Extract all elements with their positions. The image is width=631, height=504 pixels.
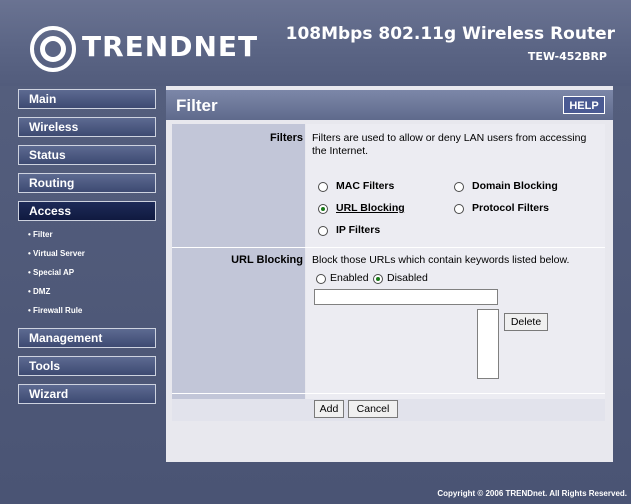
sidebar-item-status[interactable]: Status xyxy=(18,145,156,165)
submenu-item-special-ap[interactable]: Special AP xyxy=(28,263,160,282)
filters-label: Filters xyxy=(269,132,303,144)
protocol-filters-radio[interactable] xyxy=(454,204,464,214)
add-button[interactable]: Add xyxy=(314,400,344,418)
url-blocking-option-label[interactable]: URL Blocking xyxy=(336,202,405,214)
trendnet-logo-icon xyxy=(30,26,76,72)
help-button[interactable]: HELP xyxy=(563,96,605,114)
filter-panel: Filter HELP Filters Filters are used to … xyxy=(166,86,613,462)
access-submenu: Filter Virtual Server Special AP DMZ Fir… xyxy=(28,225,160,320)
delete-button[interactable]: Delete xyxy=(504,313,548,331)
filters-description: Filters are used to allow or deny LAN us… xyxy=(312,132,587,157)
enabled-label[interactable]: Enabled xyxy=(330,272,369,284)
submenu-item-filter[interactable]: Filter xyxy=(28,225,160,244)
copyright-text: Copyright © 2006 TRENDnet. All Rights Re… xyxy=(437,489,627,498)
url-blocking-label: URL Blocking xyxy=(231,254,303,266)
panel-header: Filter HELP xyxy=(166,90,613,120)
sidebar-item-management[interactable]: Management xyxy=(18,328,156,348)
sidebar-item-access[interactable]: Access xyxy=(18,201,156,221)
disabled-label[interactable]: Disabled xyxy=(387,272,428,284)
product-title: 108Mbps 802.11g Wireless Router xyxy=(285,24,615,44)
domain-blocking-radio[interactable] xyxy=(454,182,464,192)
enabled-radio[interactable] xyxy=(316,274,326,284)
protocol-filters-label[interactable]: Protocol Filters xyxy=(472,202,549,214)
disabled-radio[interactable] xyxy=(373,274,383,284)
page-title: Filter xyxy=(176,96,218,115)
sidebar-item-routing[interactable]: Routing xyxy=(18,173,156,193)
url-keyword-input[interactable] xyxy=(314,289,498,305)
domain-blocking-label[interactable]: Domain Blocking xyxy=(472,180,558,192)
submenu-item-virtual-server[interactable]: Virtual Server xyxy=(28,244,160,263)
submenu-item-firewall-rule[interactable]: Firewall Rule xyxy=(28,301,160,320)
ip-filters-label[interactable]: IP Filters xyxy=(336,224,380,236)
sidebar-item-main[interactable]: Main xyxy=(18,89,156,109)
submenu-item-dmz[interactable]: DMZ xyxy=(28,282,160,301)
model-number: TEW-452BRP xyxy=(527,50,607,63)
cancel-button[interactable]: Cancel xyxy=(348,400,398,418)
header-bar: TRENDNET 108Mbps 802.11g Wireless Router… xyxy=(0,0,631,86)
row-divider xyxy=(172,393,605,394)
sidebar-item-wireless[interactable]: Wireless xyxy=(18,117,156,137)
url-keyword-list[interactable] xyxy=(477,309,499,379)
brand-name: TRENDNET xyxy=(82,30,259,63)
mac-filters-label[interactable]: MAC Filters xyxy=(336,180,394,192)
mac-filters-radio[interactable] xyxy=(318,182,328,192)
sidebar-nav: Main Wireless Status Routing Access Filt… xyxy=(18,89,160,412)
url-blocking-description: Block those URLs which contain keywords … xyxy=(312,254,570,266)
sidebar-item-wizard[interactable]: Wizard xyxy=(18,384,156,404)
sidebar-item-tools[interactable]: Tools xyxy=(18,356,156,376)
url-blocking-radio[interactable] xyxy=(318,204,328,214)
row-divider xyxy=(172,247,605,248)
ip-filters-radio[interactable] xyxy=(318,226,328,236)
